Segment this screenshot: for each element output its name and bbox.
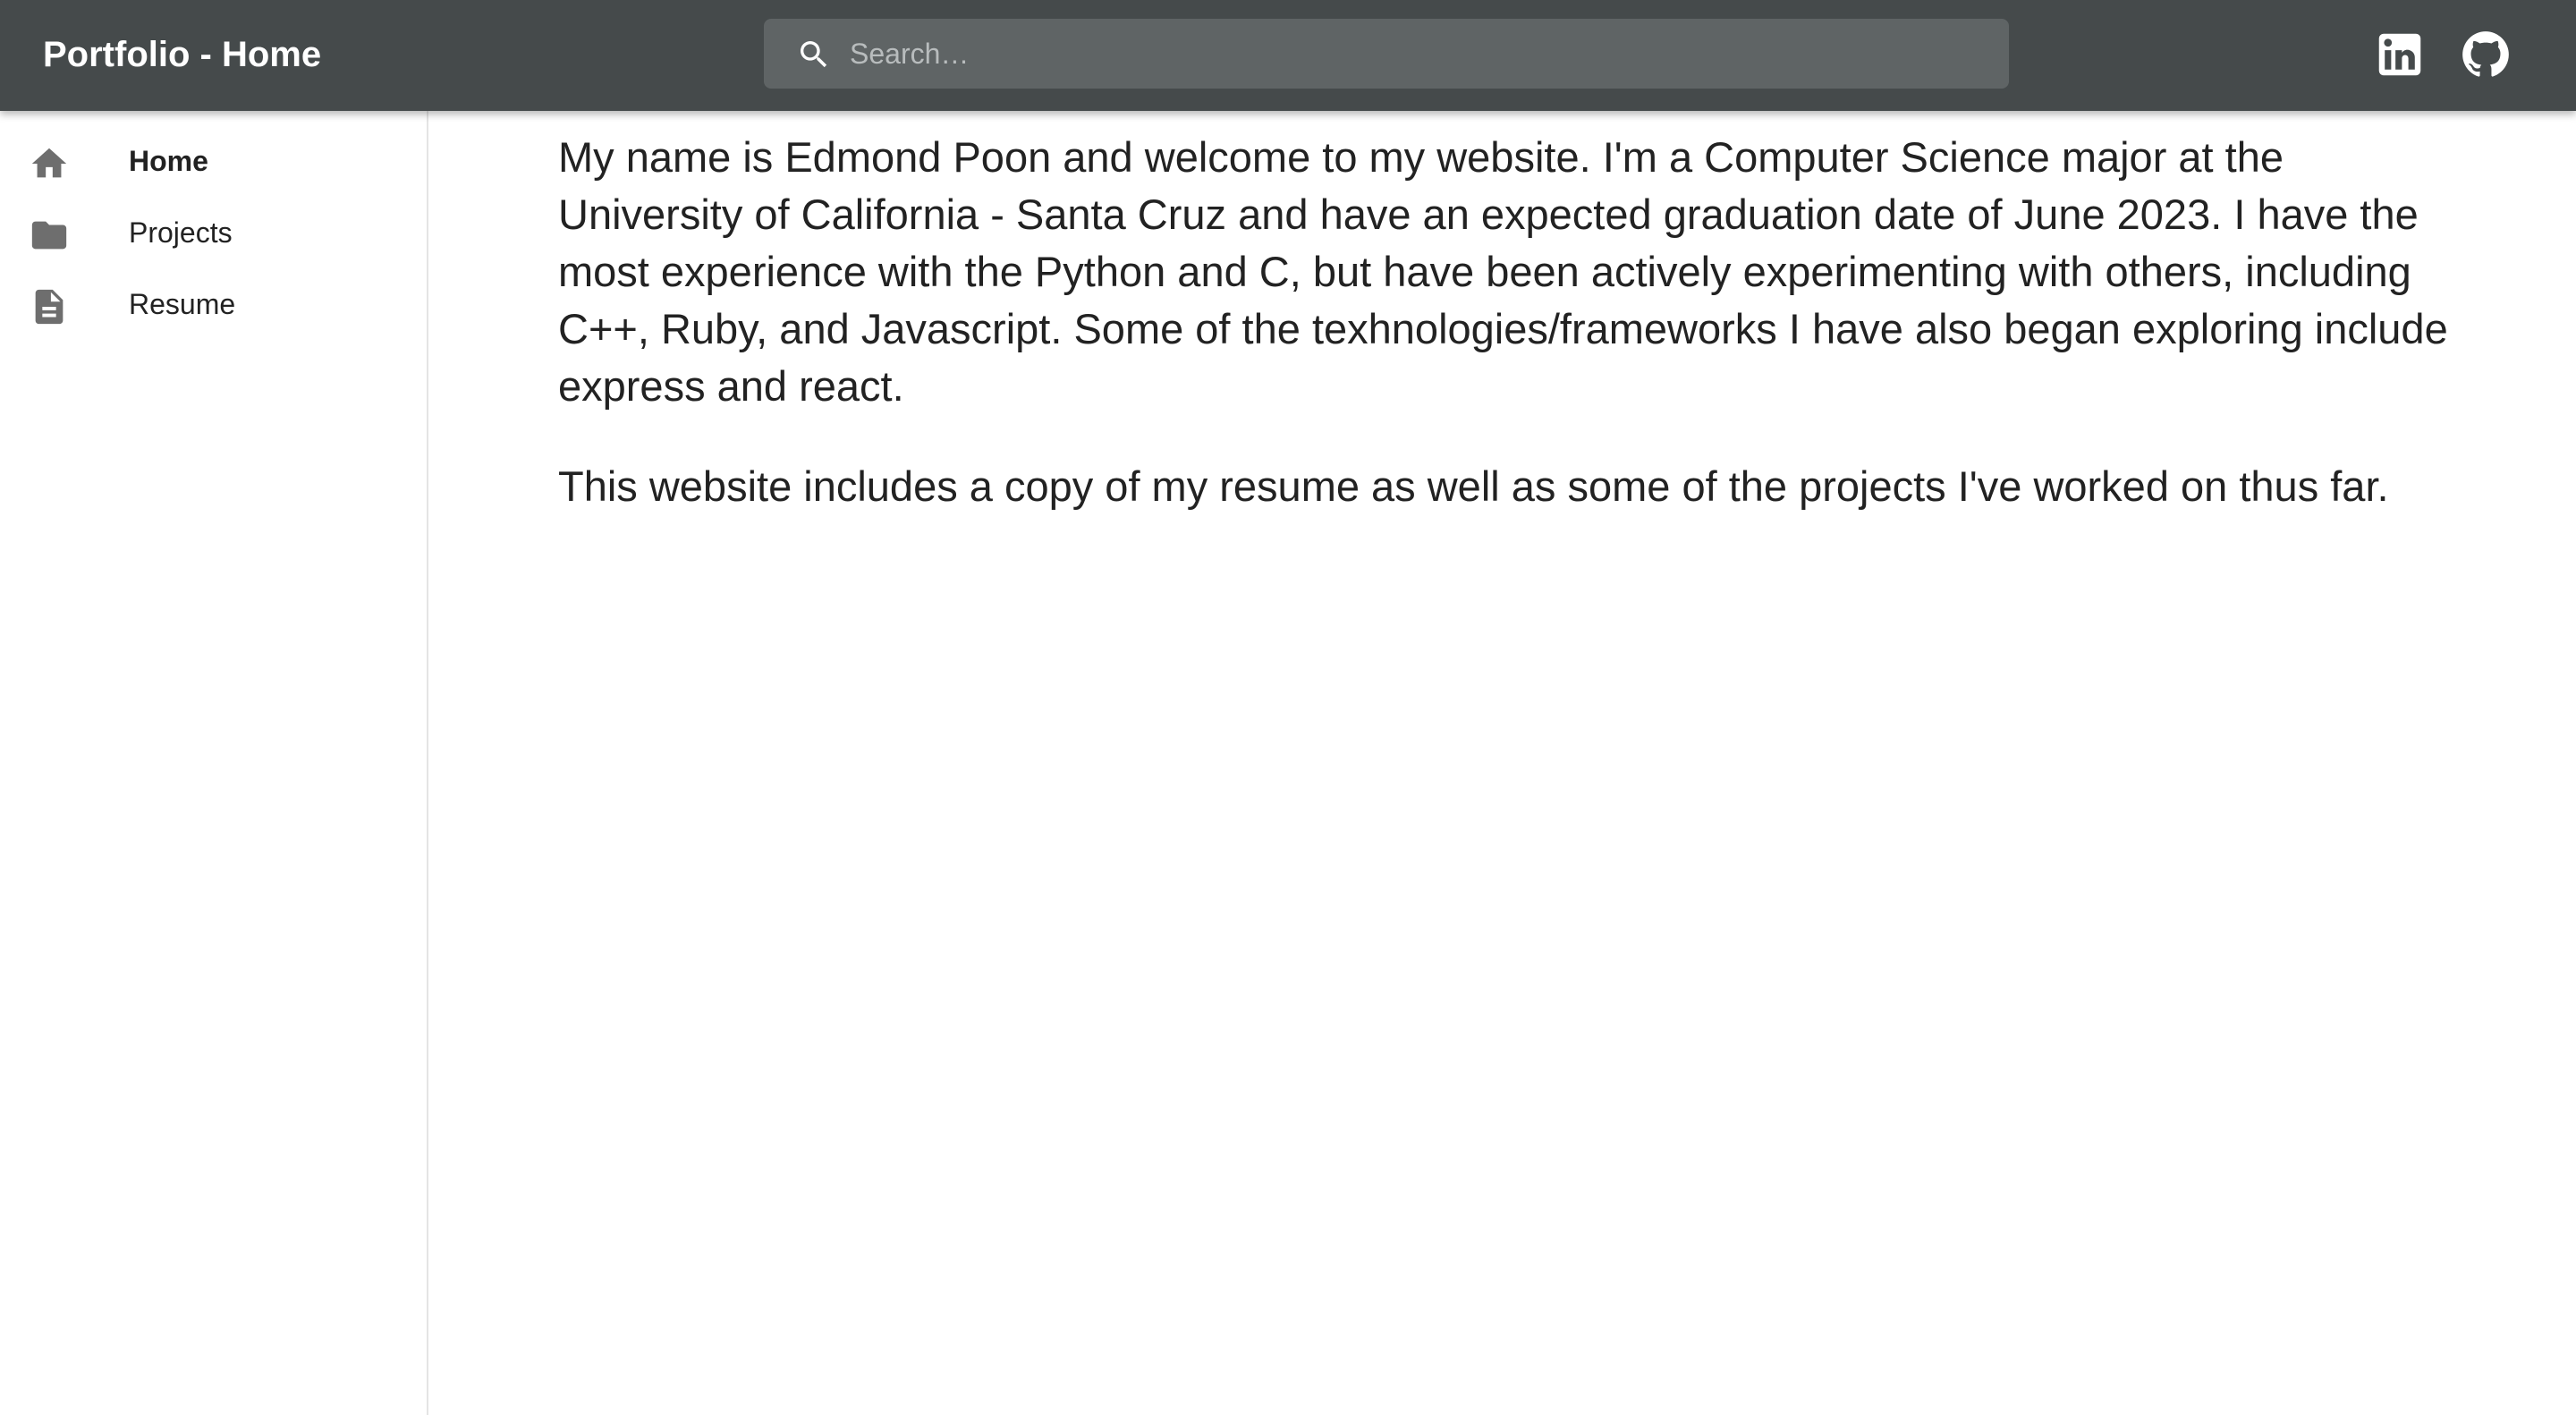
search-box[interactable] xyxy=(764,19,2009,89)
sidebar-item-home[interactable]: Home xyxy=(0,125,427,197)
sidebar-item-label: Home xyxy=(129,145,208,177)
sidebar-item-resume[interactable]: Resume xyxy=(0,268,427,340)
folder-icon xyxy=(29,215,70,256)
sidebar-item-projects[interactable]: Projects xyxy=(0,197,427,268)
sidebar-item-label: Resume xyxy=(129,288,236,320)
document-icon xyxy=(29,286,70,327)
github-icon xyxy=(2458,27,2513,82)
summary-paragraph: This website includes a copy of my resum… xyxy=(558,462,2389,510)
linkedin-link[interactable] xyxy=(2372,27,2428,82)
page-title: Portfolio - Home xyxy=(43,35,322,74)
search-input[interactable] xyxy=(850,19,1986,89)
intro-paragraph: My name is Edmond Poon and welcome to my… xyxy=(558,133,2448,410)
search-icon xyxy=(796,37,832,72)
linkedin-icon xyxy=(2372,27,2428,82)
main-content: My name is Edmond Poon and welcome to my… xyxy=(558,129,2463,558)
sidebar: Home Projects Resume xyxy=(0,111,428,1415)
github-link[interactable] xyxy=(2458,27,2513,82)
sidebar-item-label: Projects xyxy=(129,216,233,249)
home-icon xyxy=(29,143,70,184)
app-bar: Portfolio - Home xyxy=(0,0,2576,111)
